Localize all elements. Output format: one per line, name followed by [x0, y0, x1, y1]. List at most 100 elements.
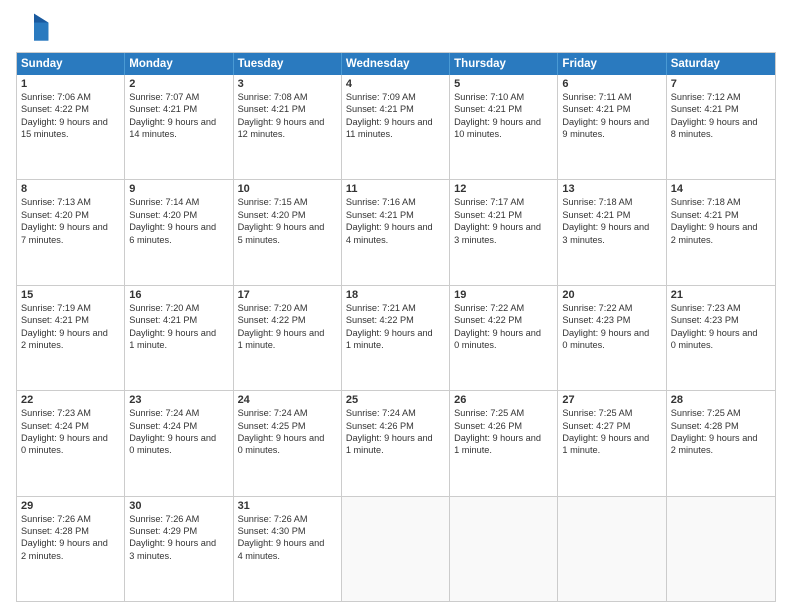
daylight-text: Daylight: 9 hours and [238, 432, 337, 444]
calendar-cell: 9Sunrise: 7:14 AMSunset: 4:20 PMDaylight… [125, 180, 233, 284]
sunrise-text: Sunrise: 7:08 AM [238, 91, 337, 103]
daylight-text: Daylight: 9 hours and [346, 327, 445, 339]
daylight-hours: 4 minutes. [238, 550, 337, 562]
daylight-hours: 1 minute. [129, 339, 228, 351]
daylight-hours: 0 minutes. [21, 444, 120, 456]
calendar-row-1: 1Sunrise: 7:06 AMSunset: 4:22 PMDaylight… [17, 75, 775, 179]
daylight-hours: 1 minute. [346, 339, 445, 351]
day-number: 17 [238, 289, 337, 301]
sunset-text: Sunset: 4:21 PM [562, 209, 661, 221]
day-number: 8 [21, 183, 120, 195]
sunrise-text: Sunrise: 7:24 AM [238, 407, 337, 419]
daylight-text: Daylight: 9 hours and [129, 221, 228, 233]
sunset-text: Sunset: 4:20 PM [129, 209, 228, 221]
daylight-hours: 2 minutes. [21, 339, 120, 351]
day-number: 20 [562, 289, 661, 301]
sunset-text: Sunset: 4:22 PM [454, 314, 553, 326]
sunset-text: Sunset: 4:21 PM [346, 103, 445, 115]
day-number: 22 [21, 394, 120, 406]
sunset-text: Sunset: 4:20 PM [21, 209, 120, 221]
daylight-text: Daylight: 9 hours and [129, 432, 228, 444]
sunset-text: Sunset: 4:24 PM [129, 420, 228, 432]
sunset-text: Sunset: 4:21 PM [671, 209, 771, 221]
sunset-text: Sunset: 4:21 PM [129, 314, 228, 326]
daylight-text: Daylight: 9 hours and [21, 221, 120, 233]
calendar-cell: 12Sunrise: 7:17 AMSunset: 4:21 PMDayligh… [450, 180, 558, 284]
daylight-text: Daylight: 9 hours and [454, 116, 553, 128]
calendar-row-4: 22Sunrise: 7:23 AMSunset: 4:24 PMDayligh… [17, 390, 775, 495]
sunset-text: Sunset: 4:21 PM [129, 103, 228, 115]
calendar-cell: 20Sunrise: 7:22 AMSunset: 4:23 PMDayligh… [558, 286, 666, 390]
sunset-text: Sunset: 4:27 PM [562, 420, 661, 432]
day-number: 14 [671, 183, 771, 195]
calendar-cell: 4Sunrise: 7:09 AMSunset: 4:21 PMDaylight… [342, 75, 450, 179]
calendar-cell: 15Sunrise: 7:19 AMSunset: 4:21 PMDayligh… [17, 286, 125, 390]
day-number: 3 [238, 78, 337, 90]
daylight-hours: 9 minutes. [562, 128, 661, 140]
sunrise-text: Sunrise: 7:25 AM [671, 407, 771, 419]
sunrise-text: Sunrise: 7:23 AM [671, 302, 771, 314]
day-number: 28 [671, 394, 771, 406]
daylight-hours: 0 minutes. [238, 444, 337, 456]
day-number: 2 [129, 78, 228, 90]
calendar-row-3: 15Sunrise: 7:19 AMSunset: 4:21 PMDayligh… [17, 285, 775, 390]
daylight-text: Daylight: 9 hours and [454, 432, 553, 444]
daylight-text: Daylight: 9 hours and [671, 116, 771, 128]
daylight-text: Daylight: 9 hours and [238, 221, 337, 233]
calendar-cell: 7Sunrise: 7:12 AMSunset: 4:21 PMDaylight… [667, 75, 775, 179]
calendar-cell [558, 497, 666, 601]
day-number: 16 [129, 289, 228, 301]
calendar-cell [450, 497, 558, 601]
day-header-tuesday: Tuesday [234, 53, 342, 75]
daylight-hours: 1 minute. [238, 339, 337, 351]
sunrise-text: Sunrise: 7:18 AM [671, 196, 771, 208]
daylight-hours: 2 minutes. [21, 550, 120, 562]
sunrise-text: Sunrise: 7:09 AM [346, 91, 445, 103]
calendar-cell: 16Sunrise: 7:20 AMSunset: 4:21 PMDayligh… [125, 286, 233, 390]
daylight-text: Daylight: 9 hours and [454, 327, 553, 339]
daylight-hours: 0 minutes. [129, 444, 228, 456]
sunrise-text: Sunrise: 7:14 AM [129, 196, 228, 208]
day-number: 18 [346, 289, 445, 301]
daylight-hours: 6 minutes. [129, 234, 228, 246]
day-header-friday: Friday [558, 53, 666, 75]
daylight-hours: 3 minutes. [562, 234, 661, 246]
sunrise-text: Sunrise: 7:22 AM [562, 302, 661, 314]
daylight-hours: 11 minutes. [346, 128, 445, 140]
sunrise-text: Sunrise: 7:19 AM [21, 302, 120, 314]
sunset-text: Sunset: 4:24 PM [21, 420, 120, 432]
daylight-text: Daylight: 9 hours and [238, 116, 337, 128]
sunrise-text: Sunrise: 7:11 AM [562, 91, 661, 103]
sunset-text: Sunset: 4:22 PM [238, 314, 337, 326]
daylight-text: Daylight: 9 hours and [671, 432, 771, 444]
day-number: 21 [671, 289, 771, 301]
daylight-text: Daylight: 9 hours and [346, 432, 445, 444]
daylight-hours: 1 minute. [346, 444, 445, 456]
calendar-cell: 17Sunrise: 7:20 AMSunset: 4:22 PMDayligh… [234, 286, 342, 390]
day-number: 27 [562, 394, 661, 406]
calendar-cell: 23Sunrise: 7:24 AMSunset: 4:24 PMDayligh… [125, 391, 233, 495]
daylight-hours: 12 minutes. [238, 128, 337, 140]
sunset-text: Sunset: 4:20 PM [238, 209, 337, 221]
day-number: 29 [21, 500, 120, 512]
daylight-text: Daylight: 9 hours and [562, 432, 661, 444]
daylight-text: Daylight: 9 hours and [562, 327, 661, 339]
sunrise-text: Sunrise: 7:23 AM [21, 407, 120, 419]
daylight-hours: 0 minutes. [454, 339, 553, 351]
calendar-cell: 31Sunrise: 7:26 AMSunset: 4:30 PMDayligh… [234, 497, 342, 601]
daylight-hours: 3 minutes. [454, 234, 553, 246]
sunrise-text: Sunrise: 7:21 AM [346, 302, 445, 314]
day-number: 5 [454, 78, 553, 90]
sunrise-text: Sunrise: 7:26 AM [238, 513, 337, 525]
sunset-text: Sunset: 4:21 PM [454, 209, 553, 221]
daylight-hours: 5 minutes. [238, 234, 337, 246]
calendar-cell: 29Sunrise: 7:26 AMSunset: 4:28 PMDayligh… [17, 497, 125, 601]
calendar-header: SundayMondayTuesdayWednesdayThursdayFrid… [17, 53, 775, 75]
sunrise-text: Sunrise: 7:16 AM [346, 196, 445, 208]
calendar-cell: 21Sunrise: 7:23 AMSunset: 4:23 PMDayligh… [667, 286, 775, 390]
calendar-cell [342, 497, 450, 601]
calendar-cell: 8Sunrise: 7:13 AMSunset: 4:20 PMDaylight… [17, 180, 125, 284]
calendar: SundayMondayTuesdayWednesdayThursdayFrid… [16, 52, 776, 602]
calendar-cell: 11Sunrise: 7:16 AMSunset: 4:21 PMDayligh… [342, 180, 450, 284]
daylight-text: Daylight: 9 hours and [454, 221, 553, 233]
